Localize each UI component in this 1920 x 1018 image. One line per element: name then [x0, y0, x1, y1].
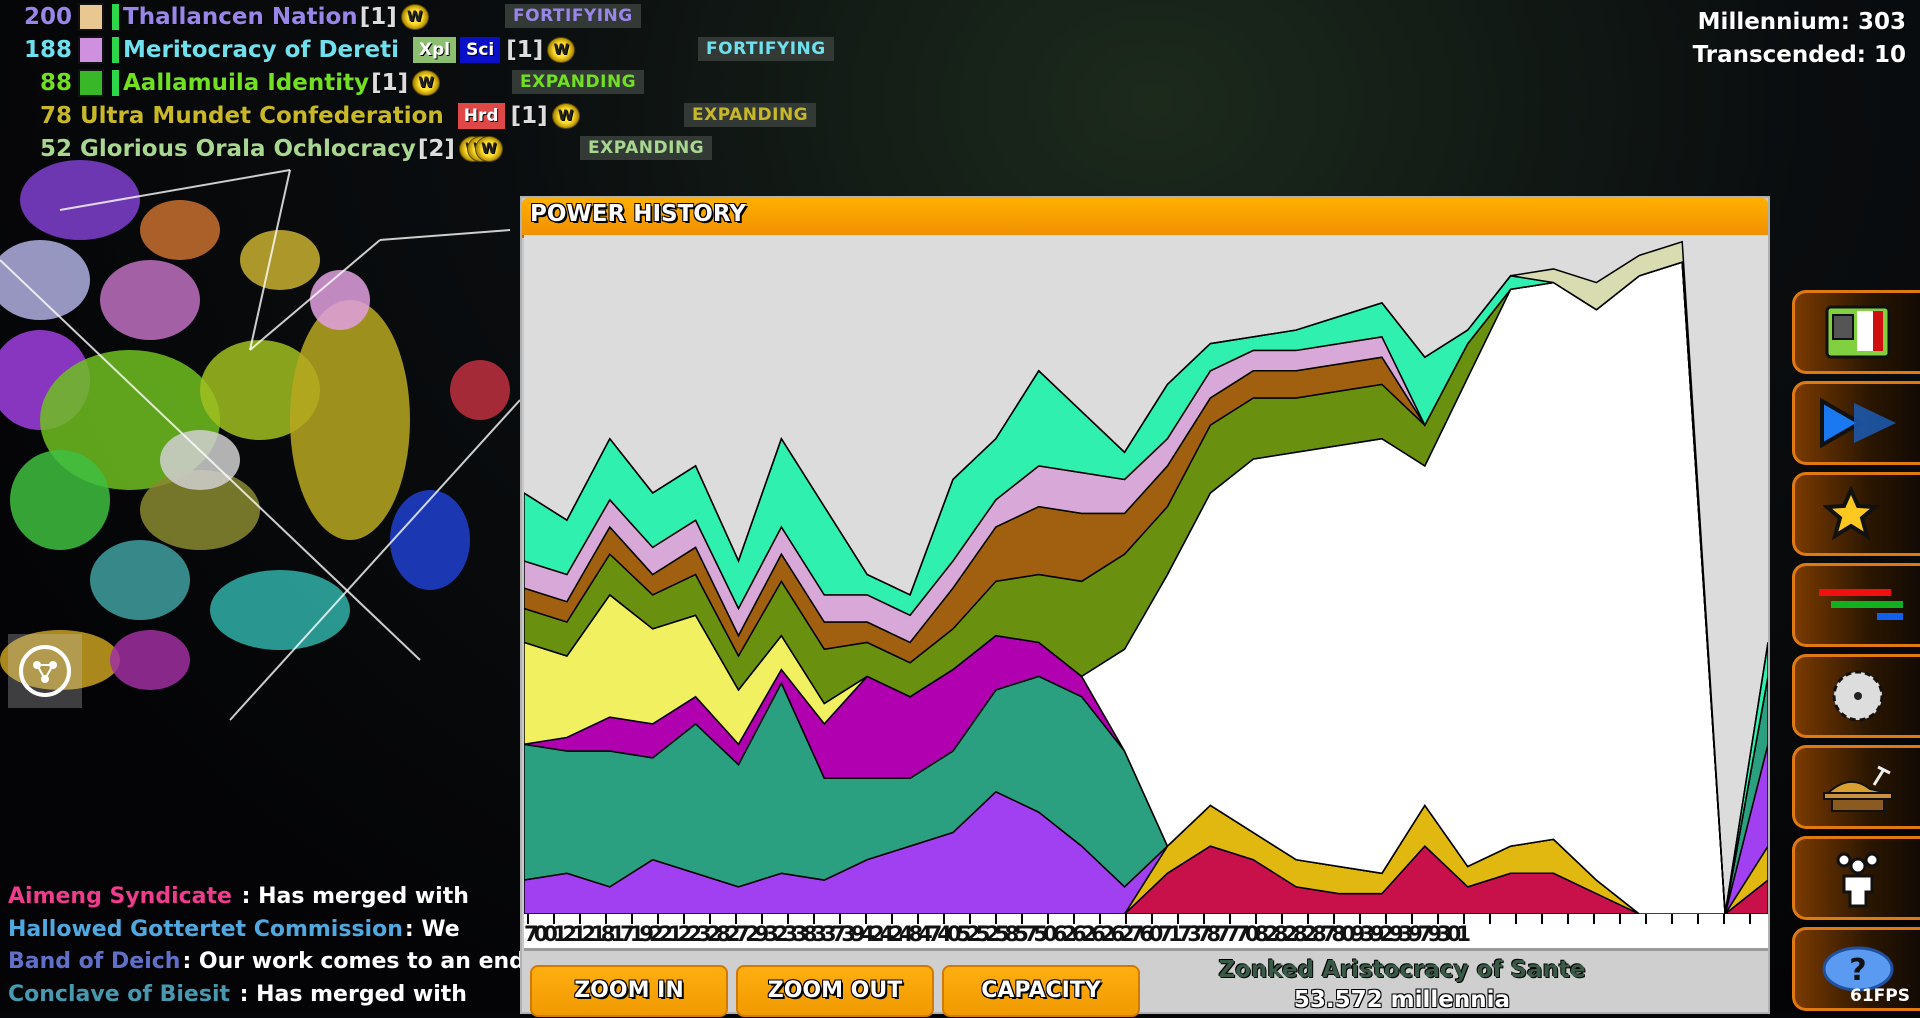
gear-icon — [1832, 670, 1883, 722]
game-stats: Millennium: 303 Transcended: 10 — [1693, 6, 1906, 72]
fast-forward-icon — [1819, 397, 1896, 449]
faction-flag — [78, 69, 104, 97]
log-faction[interactable]: Hallowed Gottertet Commission — [8, 917, 403, 942]
galaxy-map[interactable] — [0, 160, 530, 880]
coin-icon: W — [400, 4, 429, 30]
coin-icon: W — [412, 70, 441, 96]
transcended-counter: Transcended: 10 — [1692, 42, 1906, 68]
star-region[interactable] — [240, 230, 320, 290]
log-message: : Has merged with — [233, 884, 469, 909]
star-region[interactable] — [10, 450, 110, 550]
star-region[interactable] — [290, 300, 410, 540]
log-faction[interactable]: Band of Deich — [8, 949, 180, 974]
faction-score: 200 — [23, 4, 72, 30]
faction-tag: Hrd — [457, 103, 505, 129]
faction-tag: Sci — [460, 37, 501, 63]
faction-count: [1] — [359, 4, 397, 30]
right-sidebar: ? — [1792, 290, 1920, 1018]
coin-icon: W — [551, 103, 580, 129]
factions-button[interactable] — [1792, 836, 1920, 920]
power-history-chart[interactable] — [524, 235, 1768, 914]
faction-tag: Xpl — [412, 37, 457, 63]
star-region[interactable] — [390, 490, 470, 590]
faction-score: 88 — [39, 70, 72, 96]
x-axis: 7001212181719221223282729323383373942424… — [524, 914, 1768, 951]
faction-count: [1] — [510, 103, 548, 129]
star-region[interactable] — [140, 200, 220, 260]
coin-icon: W — [547, 37, 576, 63]
zoom-out-button[interactable]: ZOOM OUT — [736, 965, 934, 1017]
faction-row[interactable]: 78 Ultra Mundet Confederation Hrd [1] W — [0, 101, 580, 131]
faction-bar — [112, 4, 119, 30]
power-history-panel: POWER HISTORY 70012121817192212232827293… — [520, 196, 1770, 1017]
faction-name[interactable]: Thallancen Nation — [123, 4, 358, 30]
settings-button[interactable] — [1792, 654, 1920, 738]
star-region[interactable] — [160, 430, 240, 490]
bars-icon — [1818, 589, 1903, 620]
faction-score: 78 — [39, 103, 72, 129]
faction-row[interactable]: 200 Thallancen Nation [1] W — [0, 2, 429, 32]
millennium-counter: Millennium: 303 — [1697, 9, 1906, 35]
star-region[interactable] — [310, 270, 370, 330]
star-region[interactable] — [90, 540, 190, 620]
faction-score: 188 — [23, 37, 72, 63]
star-region[interactable] — [0, 240, 90, 320]
panel-header: POWER HISTORY — [522, 198, 1768, 238]
panel-footer: ZOOM IN ZOOM OUT CAPACITY Zonked Aristoc… — [522, 951, 1768, 1017]
network-icon — [19, 645, 71, 697]
star-region[interactable] — [450, 360, 510, 420]
x-axis-tick-labels: 7001212181719221223282729323383373942424… — [524, 922, 1471, 946]
star-icon — [1822, 486, 1880, 541]
map-focus-button[interactable] — [8, 634, 82, 708]
panel-title: POWER HISTORY — [530, 201, 746, 227]
star-region[interactable] — [100, 260, 200, 340]
faction-row[interactable]: 88 Aallamuila Identity [1] W — [0, 68, 441, 98]
svg-text:?: ? — [1849, 953, 1866, 988]
favorites-button[interactable] — [1792, 472, 1920, 556]
faction-count: [1] — [371, 70, 409, 96]
faction-status: FORTIFYING — [698, 37, 834, 61]
log-message: : Has merged with — [232, 981, 467, 1007]
faction-row[interactable]: 188 Meritocracy of Dereti Xpl Sci [1] W — [0, 35, 576, 65]
faction-name[interactable]: Meritocracy of Dereti — [123, 37, 399, 63]
faction-status: FORTIFYING — [505, 4, 641, 28]
people-icon — [1836, 852, 1879, 908]
hyperlane — [379, 229, 511, 241]
coin-icon: W — [474, 136, 503, 162]
faction-bar — [112, 70, 119, 96]
faction-score: 52 — [39, 136, 72, 162]
faction-name[interactable]: Glorious Orala Ochlocracy — [80, 136, 416, 162]
capacity-button[interactable]: CAPACITY — [942, 965, 1140, 1017]
faction-row[interactable]: 52Glorious Orala Ochlocracy[2]WWW — [0, 134, 503, 164]
star-region[interactable] — [110, 630, 190, 690]
faction-name[interactable]: Aallamuila Identity — [123, 70, 369, 96]
faction-status: EXPANDING — [512, 70, 645, 94]
stats-button[interactable] — [1792, 563, 1920, 647]
faction-flag — [78, 36, 104, 64]
selected-faction-name: Zonked Aristocracy of Sante — [1218, 957, 1586, 983]
sandbox-button[interactable] — [1792, 745, 1920, 829]
zoom-in-button[interactable]: ZOOM IN — [530, 965, 728, 1017]
selected-faction-age: 53.572 millennia — [1293, 987, 1511, 1013]
log-faction[interactable]: Aimeng Syndicate — [8, 884, 232, 909]
sandbox-icon — [1822, 765, 1893, 812]
faction-status: EXPANDING — [580, 136, 713, 160]
faction-status: EXPANDING — [684, 103, 817, 127]
faction-count: [2] — [417, 136, 455, 162]
faction-name[interactable]: Ultra Mundet Confederation — [80, 103, 444, 129]
faction-count: [1] — [506, 37, 544, 63]
faction-flag — [78, 3, 104, 31]
faction-bar — [112, 37, 119, 63]
fps-counter: 61FPS — [1850, 986, 1910, 1006]
log-faction[interactable]: Conclave of Biesit — [8, 982, 230, 1007]
save-icon — [1825, 305, 1890, 359]
log-message: : We — [404, 916, 460, 942]
save-button[interactable] — [1792, 290, 1920, 374]
speed-button[interactable] — [1792, 381, 1920, 465]
